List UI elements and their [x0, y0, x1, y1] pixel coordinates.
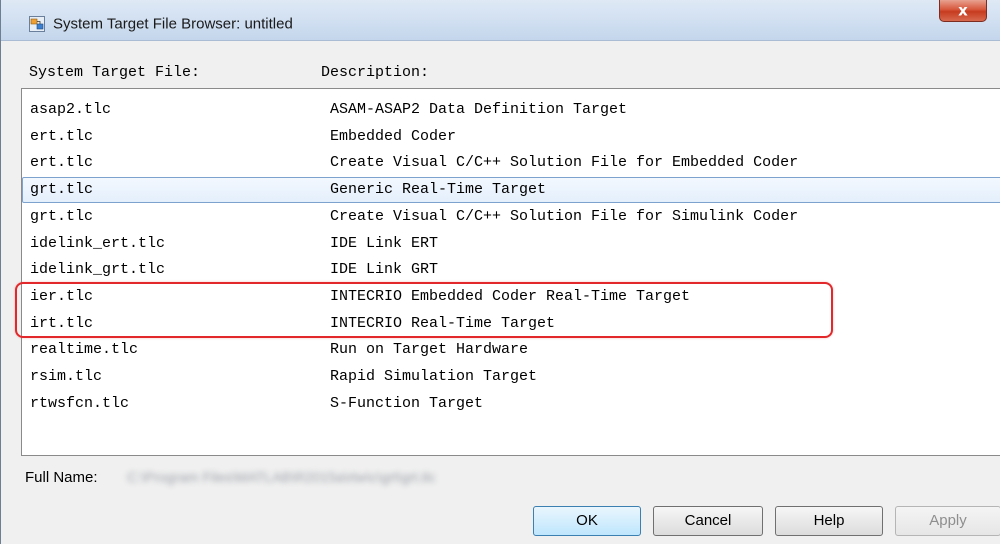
target-file-list[interactable]: asap2.tlc ASAM-ASAP2 Data Definition Targ… — [21, 88, 1000, 456]
ok-button[interactable]: OK — [533, 506, 641, 536]
list-item-description: Run on Target Hardware — [330, 341, 529, 359]
full-name-value: C:\Program Files\MATLAB\R2015a\rtw\c\grt… — [127, 469, 436, 485]
list-item-file: asap2.tlc — [30, 101, 112, 118]
list-item[interactable]: realtime.tlc Run on Target Hardware — [22, 337, 1000, 363]
list-item-description: Generic Real-Time Target — [330, 181, 547, 199]
list-item[interactable]: idelink_ert.tlc IDE Link ERT — [22, 231, 1000, 257]
simulink-app-icon — [29, 16, 45, 32]
list-item-description: ASAM-ASAP2 Data Definition Target — [330, 101, 628, 118]
list-item-file: idelink_ert.tlc — [30, 234, 166, 252]
window-title: System Target File Browser: untitled — [53, 15, 293, 33]
list-item[interactable]: asap2.tlc ASAM-ASAP2 Data Definition Targ… — [22, 97, 1000, 123]
list-item-description: S-Function Target — [330, 394, 484, 412]
close-button[interactable]: x — [939, 0, 987, 22]
list-item-description: Create Visual C/C++ Solution File for Em… — [330, 154, 799, 172]
list-item[interactable]: grt.tlc Create Visual C/C++ Solution File… — [22, 204, 1000, 230]
help-button[interactable]: Help — [775, 506, 883, 536]
title-bar[interactable]: System Target File Browser: untitled x — [1, 0, 1000, 41]
close-icon: x — [958, 1, 968, 20]
list-item[interactable]: ert.tlc Create Visual C/C++ Solution File… — [22, 150, 1000, 176]
list-item-description: Rapid Simulation Target — [330, 368, 538, 385]
list-item-description: Create Visual C/C++ Solution File for Si… — [330, 207, 799, 225]
column-header-row: System Target File: Description: — [21, 58, 1000, 88]
list-item-description: IDE Link GRT — [330, 261, 439, 279]
list-item-file: grt.tlc — [30, 207, 94, 225]
list-item-file: ert.tlc — [30, 127, 94, 145]
apply-button[interactable]: Apply — [895, 506, 1000, 536]
system-target-file-browser-window: System Target File Browser: untitled x S… — [0, 0, 1000, 544]
cancel-button[interactable]: Cancel — [653, 506, 763, 536]
list-item[interactable]: ert.tlc Embedded Coder — [22, 124, 1000, 150]
column-header-file: System Target File: — [29, 64, 201, 81]
list-item[interactable]: rsim.tlc Rapid Simulation Target — [22, 364, 1000, 390]
list-item[interactable]: grt.tlc Generic Real-Time Target — [22, 177, 1000, 204]
list-item[interactable]: rtwsfcn.tlc S-Function Target — [22, 391, 1000, 417]
list-item-file: ert.tlc — [30, 154, 94, 172]
column-header-description: Description: — [321, 64, 430, 81]
list-item-description: Embedded Coder — [330, 127, 457, 145]
annotation-highlight-box — [15, 282, 833, 338]
full-name-label: Full Name: — [25, 469, 98, 486]
list-item-file: realtime.tlc — [30, 341, 139, 359]
list-item-file: rsim.tlc — [30, 368, 103, 385]
list-item-file: rtwsfcn.tlc — [30, 394, 130, 412]
list-item-file: grt.tlc — [30, 181, 94, 199]
list-item[interactable]: idelink_grt.tlc IDE Link GRT — [22, 257, 1000, 283]
list-item-description: IDE Link ERT — [330, 234, 439, 252]
list-item-file: idelink_grt.tlc — [30, 261, 166, 279]
